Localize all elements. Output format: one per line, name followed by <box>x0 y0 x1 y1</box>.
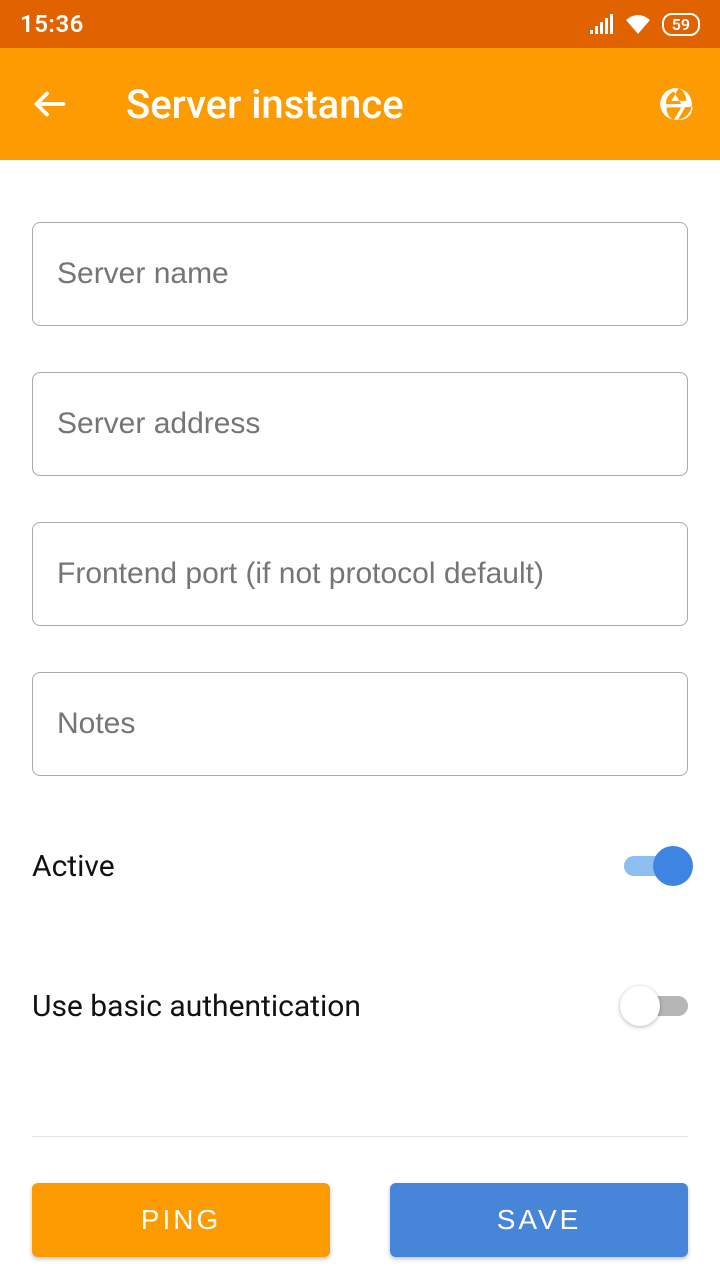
wifi-icon <box>624 14 652 34</box>
frontend-port-input[interactable] <box>32 522 688 626</box>
server-address-input[interactable] <box>32 372 688 476</box>
form-content: Active Use basic authentication PING SAV… <box>0 222 720 1257</box>
server-name-input[interactable] <box>32 222 688 326</box>
page-title: Server instance <box>126 81 656 128</box>
status-time: 15:36 <box>20 10 84 38</box>
signal-icon <box>590 14 614 34</box>
basic-auth-toggle-row: Use basic authentication <box>32 986 688 1026</box>
shutter-button[interactable] <box>656 84 696 124</box>
basic-auth-label: Use basic authentication <box>32 989 361 1024</box>
basic-auth-toggle[interactable] <box>624 986 688 1026</box>
back-button[interactable] <box>24 78 76 130</box>
shutter-icon <box>657 85 695 123</box>
save-button[interactable]: SAVE <box>390 1183 688 1257</box>
active-toggle[interactable] <box>624 846 688 886</box>
active-toggle-row: Active <box>32 846 688 886</box>
status-icons: 59 <box>590 13 700 36</box>
app-bar: Server instance <box>0 48 720 160</box>
button-row: PING SAVE <box>32 1183 688 1257</box>
divider <box>32 1136 688 1137</box>
active-label: Active <box>32 849 115 884</box>
notes-input[interactable] <box>32 672 688 776</box>
status-bar: 15:36 59 <box>0 0 720 48</box>
battery-icon: 59 <box>662 13 700 36</box>
ping-button[interactable]: PING <box>32 1183 330 1257</box>
arrow-left-icon <box>32 86 68 122</box>
